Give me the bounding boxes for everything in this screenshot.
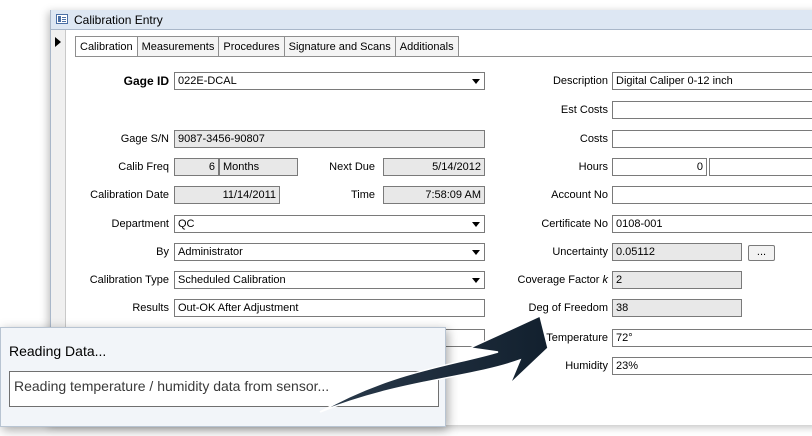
curved-arrow-icon	[319, 314, 549, 413]
